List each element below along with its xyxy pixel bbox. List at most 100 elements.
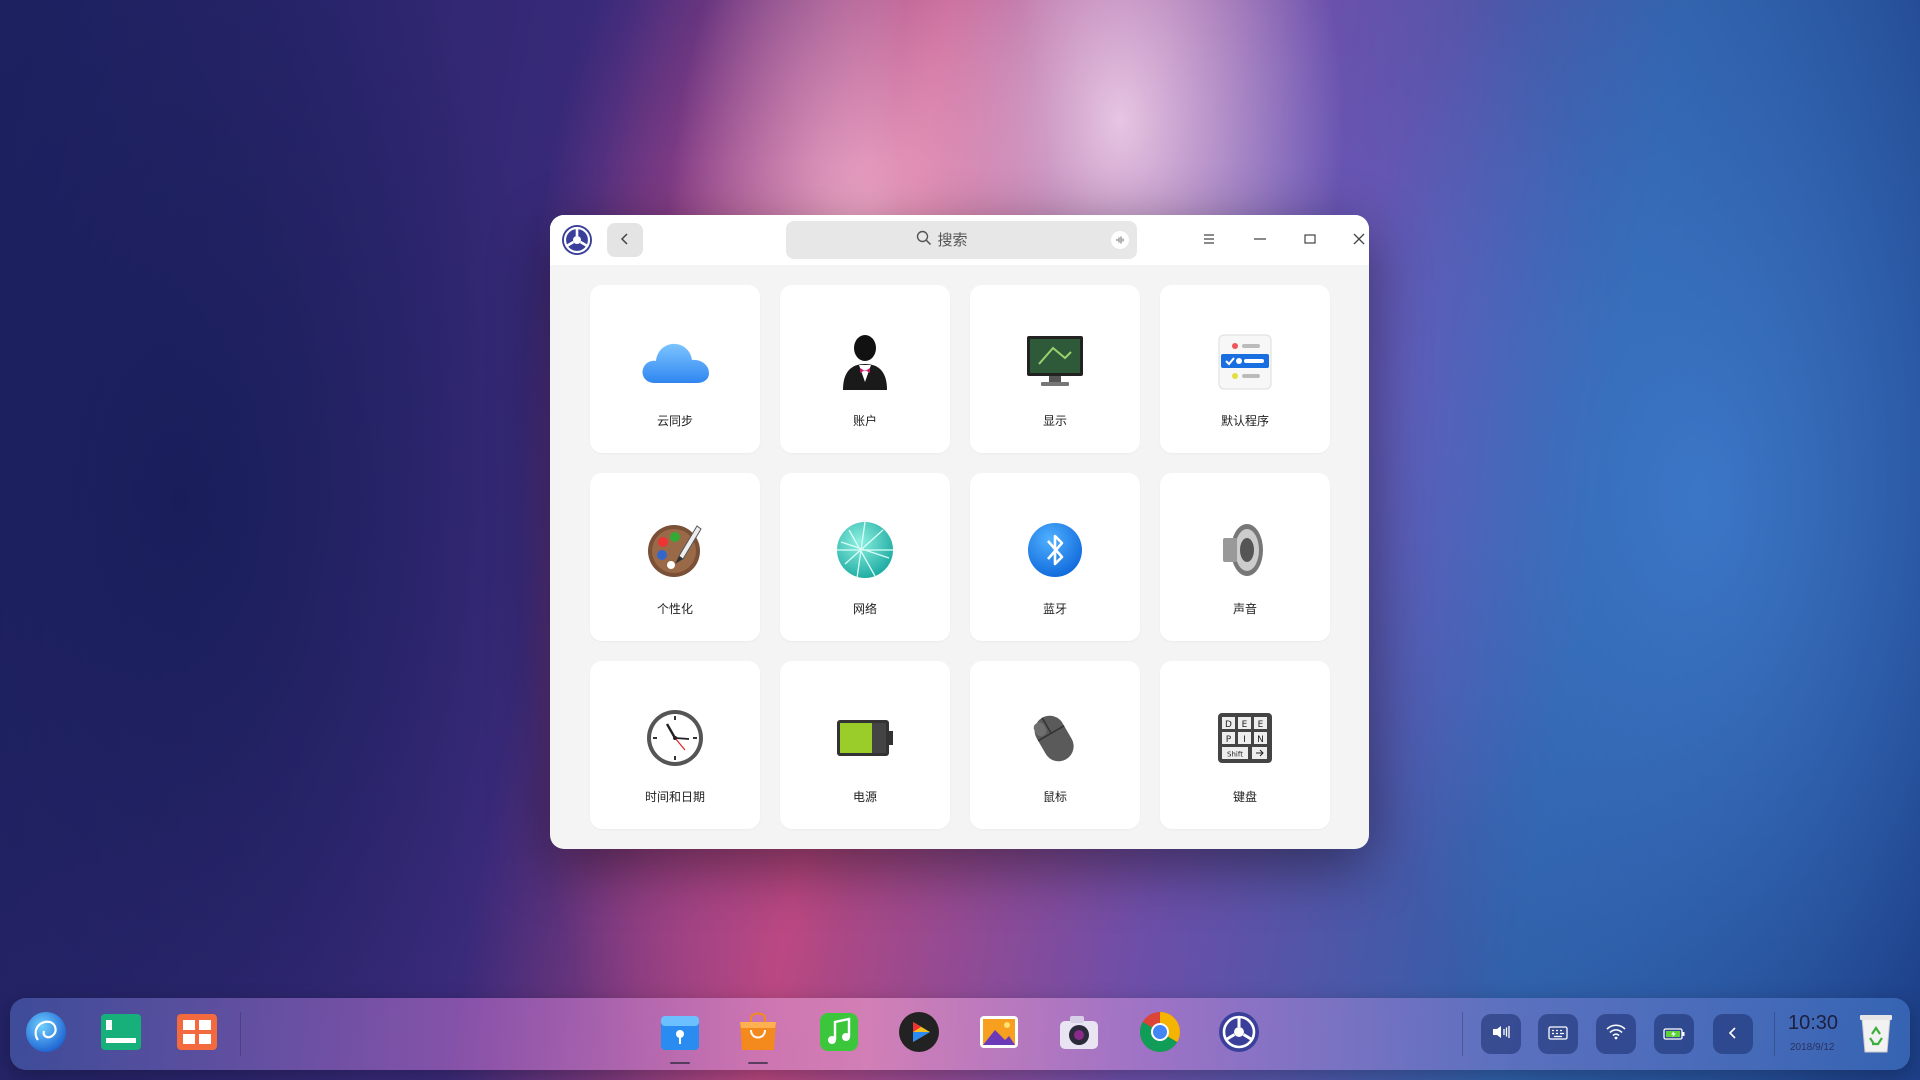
music-note-icon — [817, 1010, 861, 1058]
module-mouse[interactable]: 鼠标 — [970, 661, 1140, 829]
module-date-time[interactable]: 时间和日期 — [590, 661, 760, 829]
dock-separator — [240, 1012, 241, 1056]
module-power[interactable]: 电源 — [780, 661, 950, 829]
module-label: 键盘 — [1232, 790, 1257, 804]
app-image-viewer[interactable] — [975, 1010, 1023, 1058]
minimize-button[interactable] — [1245, 225, 1275, 255]
close-icon — [1352, 232, 1366, 249]
module-default-apps[interactable]: 默认程序 — [1160, 285, 1330, 453]
dock-separator — [1774, 1012, 1775, 1056]
maximize-button[interactable] — [1295, 225, 1325, 255]
speaker-icon — [1208, 513, 1282, 587]
running-indicator — [748, 1062, 768, 1064]
minimize-icon — [1253, 232, 1267, 249]
app-store-bag-icon — [736, 1010, 780, 1058]
module-accounts[interactable]: 账户 — [780, 285, 950, 453]
close-button[interactable] — [1344, 225, 1369, 255]
chevron-left-icon — [619, 232, 631, 248]
voice-input-icon[interactable] — [1111, 231, 1129, 249]
dock: 10:30 2018/9/12 — [10, 998, 1910, 1070]
module-sound[interactable]: 声音 — [1160, 473, 1330, 641]
module-label: 蓝牙 — [1042, 602, 1067, 616]
module-keyboard[interactable]: D E E P I N Shift 键盘 — [1160, 661, 1330, 829]
module-cloud-sync[interactable]: 云同步 — [590, 285, 760, 453]
photo-icon — [977, 1010, 1021, 1058]
settings-gear-icon — [1217, 1010, 1261, 1058]
dock-separator — [1462, 1012, 1463, 1056]
battery-icon — [828, 701, 902, 775]
control-center-logo-icon — [561, 224, 593, 256]
module-label: 个性化 — [656, 602, 693, 616]
desktop-grid-icon — [175, 1012, 219, 1056]
module-label: 鼠标 — [1042, 790, 1067, 804]
clock-time[interactable]: 10:30 — [1788, 1012, 1838, 1035]
multitasking-icon — [99, 1012, 143, 1056]
camera-icon — [1057, 1010, 1101, 1058]
app-chrome[interactable] — [1136, 1010, 1184, 1058]
module-bluetooth[interactable]: 蓝牙 — [970, 473, 1140, 641]
multitasking-view-button[interactable] — [97, 1010, 145, 1058]
key-i-label: I — [1243, 735, 1246, 745]
file-manager-icon — [658, 1010, 702, 1058]
control-center-window: 云同步 账户 — [550, 215, 1369, 849]
display-icon — [1018, 325, 1092, 399]
launcher-button[interactable] — [22, 1010, 70, 1058]
search-icon — [916, 230, 932, 250]
search-box[interactable] — [786, 221, 1137, 259]
maximize-icon — [1303, 232, 1317, 249]
module-label: 声音 — [1232, 602, 1257, 616]
titlebar — [550, 215, 1369, 265]
module-grid: 云同步 账户 显示 默认程序 个性化 网络 蓝牙 声音 时间和日期 电源 鼠标 … — [590, 285, 1330, 835]
key-p-label: P — [1226, 735, 1232, 745]
tray-battery[interactable] — [1654, 1014, 1694, 1054]
module-label: 时间和日期 — [644, 790, 705, 804]
search-input[interactable] — [937, 231, 1008, 249]
key-shift-label: Shift — [1227, 751, 1243, 759]
account-icon — [828, 325, 902, 399]
clock-icon — [638, 701, 712, 775]
default-apps-icon — [1208, 325, 1282, 399]
chrome-icon — [1138, 1010, 1182, 1058]
bluetooth-icon — [1018, 513, 1092, 587]
module-label: 云同步 — [656, 414, 693, 428]
tray-expand-button[interactable] — [1713, 1014, 1753, 1054]
network-icon — [828, 513, 902, 587]
app-store[interactable] — [734, 1010, 782, 1058]
mouse-icon — [1018, 701, 1092, 775]
module-label: 网络 — [852, 602, 877, 616]
app-music[interactable] — [815, 1010, 863, 1058]
module-display[interactable]: 显示 — [970, 285, 1140, 453]
app-movie-player[interactable] — [895, 1010, 943, 1058]
hamburger-icon — [1202, 232, 1216, 249]
app-file-manager[interactable] — [656, 1010, 704, 1058]
module-label: 账户 — [852, 414, 877, 428]
play-circle-icon — [897, 1010, 941, 1058]
show-desktop-button[interactable] — [173, 1010, 221, 1058]
module-label: 默认程序 — [1220, 414, 1269, 428]
tray-wifi[interactable] — [1596, 1014, 1636, 1054]
module-label: 电源 — [852, 790, 877, 804]
module-network[interactable]: 网络 — [780, 473, 950, 641]
app-control-center[interactable] — [1215, 1010, 1263, 1058]
keyboard-tray-icon — [1548, 1025, 1568, 1044]
menu-button[interactable] — [1194, 225, 1224, 255]
key-n-label: N — [1257, 735, 1264, 745]
back-button[interactable] — [607, 223, 643, 257]
wifi-icon — [1606, 1024, 1626, 1044]
module-label: 显示 — [1042, 414, 1067, 428]
palette-icon — [638, 513, 712, 587]
module-personalization[interactable]: 个性化 — [590, 473, 760, 641]
tray-keyboard[interactable] — [1538, 1014, 1578, 1054]
key-e-label: E — [1242, 720, 1248, 730]
keyboard-icon: D E E P I N Shift — [1208, 701, 1282, 775]
running-indicator — [670, 1062, 690, 1064]
tray-volume[interactable] — [1481, 1014, 1521, 1054]
key-d-label: D — [1225, 720, 1232, 730]
chevron-left-icon — [1728, 1025, 1738, 1044]
app-camera[interactable] — [1055, 1010, 1103, 1058]
trash-button[interactable] — [1852, 1010, 1900, 1058]
deepin-launcher-icon — [24, 1010, 68, 1058]
cloud-icon — [638, 325, 712, 399]
clock-date[interactable]: 2018/9/12 — [1790, 1042, 1835, 1053]
key-e-label: E — [1258, 720, 1264, 730]
